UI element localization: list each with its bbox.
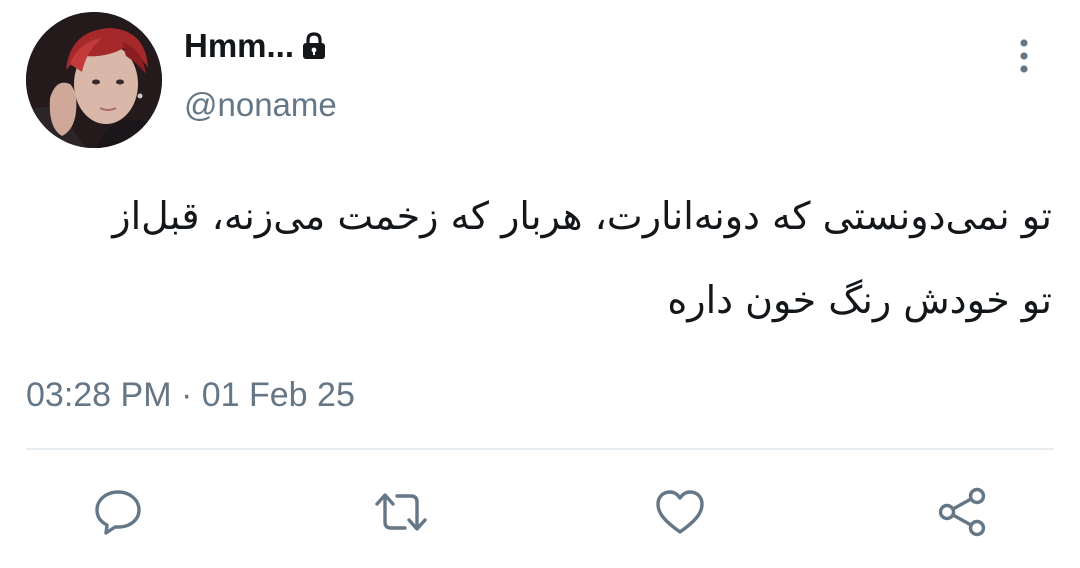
share-button[interactable]: [934, 486, 986, 538]
retweet-icon: [375, 493, 427, 531]
share-icon: [938, 487, 986, 537]
retweet-button[interactable]: [371, 486, 427, 538]
reply-button[interactable]: [92, 486, 144, 538]
more-vertical-icon[interactable]: [1008, 36, 1040, 76]
profile-avatar[interactable]: [26, 12, 162, 148]
tweet-text: تو نمی‌دونستی که دونه‌انارت، هربار که زخ…: [22, 174, 1052, 342]
tweet-text-line: تو نمی‌دونستی که دونه‌انارت، هربار که زخ…: [112, 194, 1052, 238]
reply-icon: [95, 490, 141, 535]
avatar-image: [26, 12, 162, 148]
display-name[interactable]: Hmm...: [184, 27, 294, 65]
divider: [26, 448, 1054, 450]
user-handle[interactable]: @noname: [184, 86, 337, 124]
tweet-timestamp[interactable]: 03:28 PM · 01 Feb 25: [26, 376, 355, 415]
like-button[interactable]: [654, 486, 706, 538]
tweet-card: Hmm... @noname تو نمی‌دونستی که دونه‌انا…: [0, 0, 1080, 568]
lock-icon: [300, 31, 328, 61]
tweet-text-line: تو خودش رنگ خون داره: [667, 278, 1052, 322]
heart-icon: [656, 490, 704, 534]
display-name-row: Hmm...: [184, 26, 328, 66]
